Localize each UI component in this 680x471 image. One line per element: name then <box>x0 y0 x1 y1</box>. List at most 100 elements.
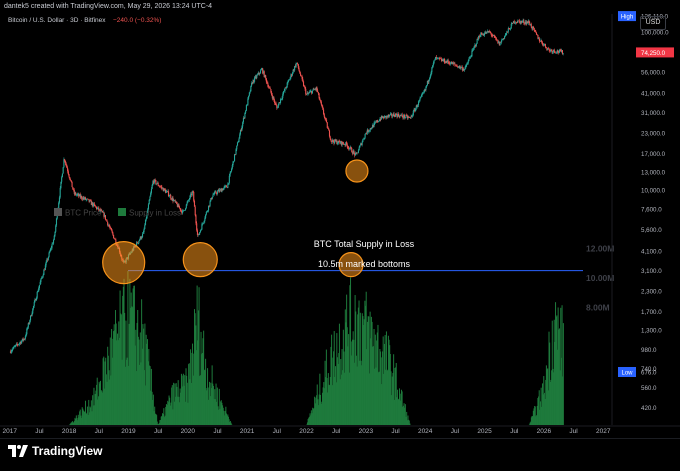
price-candle <box>230 171 231 173</box>
price-axis-tick: 31,000.0 <box>641 110 666 117</box>
price-candle <box>351 148 352 152</box>
price-candle <box>226 186 227 187</box>
currency-selector[interactable]: USD <box>640 16 666 30</box>
price-axis-tick: 100,000.0 <box>641 29 669 36</box>
price-candle <box>18 344 19 345</box>
supply-scale-label: 12.00M <box>586 244 614 254</box>
price-candle <box>182 211 183 214</box>
price-candle <box>15 345 16 346</box>
price-candle <box>203 223 204 224</box>
price-candle <box>204 218 205 221</box>
price-candle <box>26 329 27 334</box>
price-candle <box>531 24 532 27</box>
price-candle <box>107 222 108 225</box>
price-candle <box>371 128 372 129</box>
annotation-overlay: BTC Total Supply in Loss10.5m marked bot… <box>103 160 583 284</box>
price-candle <box>46 262 47 265</box>
price-candle <box>64 159 65 161</box>
price-candle <box>320 100 321 101</box>
price-candle <box>303 81 304 86</box>
price-candle <box>491 35 492 36</box>
price-candle <box>169 196 170 197</box>
price-candle <box>359 147 360 150</box>
price-candle <box>448 60 449 62</box>
price-candle <box>347 144 348 147</box>
price-candle <box>284 91 285 92</box>
price-candle <box>75 193 76 195</box>
price-candle <box>40 282 41 285</box>
price-candle <box>213 194 214 195</box>
price-candle <box>506 33 507 35</box>
price-candle <box>207 211 208 212</box>
time-axis-tick: 2027 <box>596 428 611 435</box>
price-candle <box>138 241 139 243</box>
price-candle <box>349 148 350 149</box>
price-candle <box>86 199 87 200</box>
price-candle <box>232 165 233 169</box>
price-candle <box>41 278 42 279</box>
price-candle <box>156 184 157 185</box>
time-axis-tick: Jul <box>154 428 163 435</box>
price-candle <box>176 202 177 204</box>
price-candle <box>468 61 469 63</box>
price-candle <box>94 203 95 204</box>
price-candle <box>523 20 524 23</box>
price-candle <box>261 70 262 71</box>
price-candle <box>37 291 38 292</box>
price-candle <box>289 80 290 81</box>
price-candle <box>374 122 375 123</box>
tradingview-logo[interactable]: TradingView <box>8 444 102 458</box>
price-candle <box>490 32 491 33</box>
time-axis-tick: Jul <box>95 428 104 435</box>
annotation-subtitle: 10.5m marked bottoms <box>318 259 411 269</box>
price-candle <box>72 187 73 189</box>
price-candle <box>391 114 392 117</box>
price-axis-tick: 13,000.0 <box>641 169 666 176</box>
bottom-marker-circle <box>183 243 217 277</box>
price-candle <box>260 70 261 73</box>
price-candle <box>249 92 250 95</box>
time-axis-tick: 2024 <box>418 428 433 435</box>
price-candle <box>241 126 242 130</box>
current-price-value: 74,250.0 <box>641 50 666 57</box>
supply-scale-label: 8.00M <box>586 302 610 312</box>
price-candle <box>42 277 43 278</box>
price-candle <box>45 265 46 270</box>
price-candle <box>60 188 61 197</box>
price-candle <box>429 78 430 80</box>
price-candle <box>106 220 107 222</box>
price-candle <box>330 139 331 140</box>
price-candle <box>554 51 555 52</box>
price-candle <box>143 232 144 234</box>
price-candle <box>193 192 194 201</box>
price-axis-tick: 2,300.0 <box>641 288 662 295</box>
price-axis-tick: 1,300.0 <box>641 327 662 334</box>
price-candle <box>149 197 150 200</box>
chart-header: dantek5 created with TradingView.com, Ma… <box>0 0 680 14</box>
price-candle <box>227 184 228 188</box>
price-candle <box>473 48 474 49</box>
price-candle <box>246 105 247 111</box>
price-candle <box>247 99 248 105</box>
price-candle <box>186 204 187 208</box>
price-candle <box>37 292 38 298</box>
price-candle <box>233 161 234 162</box>
price-candle <box>199 232 200 234</box>
price-candle <box>504 36 505 38</box>
price-candle <box>266 78 267 82</box>
price-candle <box>248 96 249 99</box>
price-candle <box>25 336 26 339</box>
price-candle <box>425 87 426 90</box>
price-candle <box>281 99 282 100</box>
price-candle <box>175 200 176 202</box>
price-candle <box>292 73 293 75</box>
btc-price-series <box>10 19 564 354</box>
price-candle <box>364 138 365 139</box>
price-candle <box>318 92 319 93</box>
price-candle <box>204 221 205 223</box>
price-candle <box>58 203 59 209</box>
price-candle <box>52 244 53 245</box>
price-candle <box>250 91 251 92</box>
price-candle <box>522 21 523 22</box>
price-candle <box>514 21 515 23</box>
